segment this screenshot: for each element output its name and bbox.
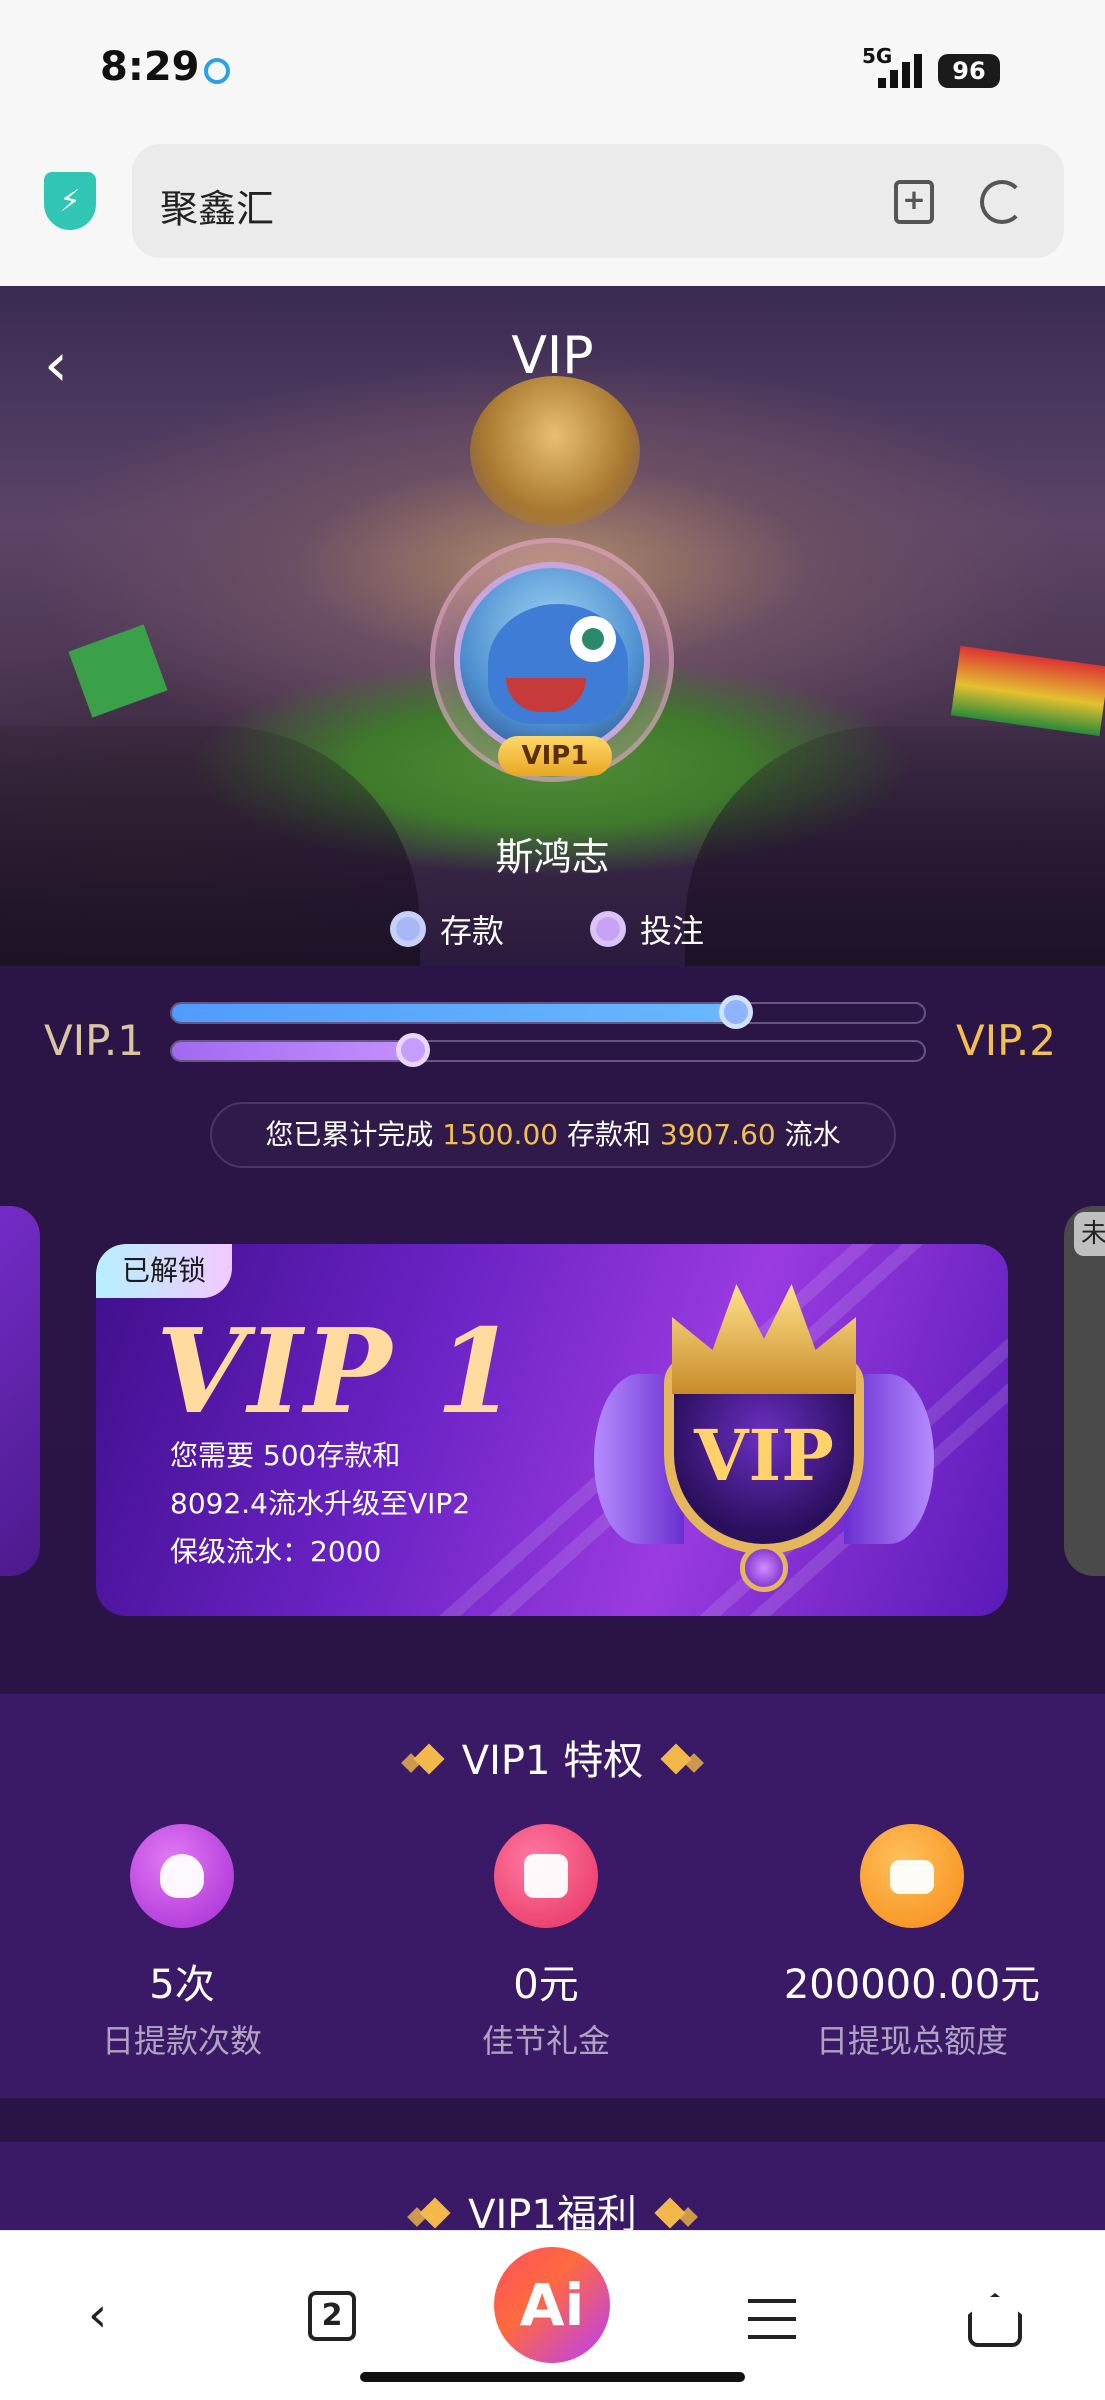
browser-address-bar: ⚡ 聚鑫汇 +: [0, 140, 1105, 286]
privilege-value: 5次: [149, 1962, 215, 2008]
url-field[interactable]: 聚鑫汇 +: [132, 144, 1064, 258]
gift-icon: [494, 1824, 598, 1928]
vip-level-name: VIP 1: [156, 1304, 519, 1440]
privilege-value: 200000.00元: [783, 1962, 1041, 2008]
benefits-title-text: VIP1福利: [468, 2192, 637, 2230]
privilege-holiday-bonus: 0元 佳节礼金: [396, 1824, 696, 2062]
deposit-progress-track: [170, 995, 926, 1029]
flag-right: [950, 645, 1105, 737]
status-bar: 8:29 5G 96: [0, 0, 1105, 140]
previous-vip-card[interactable]: [0, 1206, 40, 1576]
bet-dot-icon: [590, 911, 626, 947]
current-level-label: VIP.1: [44, 1016, 144, 1065]
vip-page: ‹ VIP VIP1 斯鸿志 存款 投注 VIP.1 VIP.2 您已累计完成 …: [0, 286, 1105, 2230]
signal-icon: [878, 50, 926, 88]
summary-turnover-amount: 3907.60: [659, 1118, 776, 1151]
privilege-label: 日提款次数: [101, 2022, 262, 2060]
benefits-left-diamond-icon: [407, 2188, 451, 2230]
unlocked-tag: 已解锁: [96, 1244, 232, 1298]
deposit-progress-fill: [172, 1004, 736, 1022]
emblem-text: VIP: [694, 1414, 834, 1497]
summary-suffix: 流水: [784, 1118, 841, 1151]
menu-icon[interactable]: [748, 2299, 796, 2339]
url-text[interactable]: 聚鑫汇: [160, 178, 274, 233]
accumulated-summary: 您已累计完成 1500.00 存款和 3907.60 流水: [210, 1102, 896, 1168]
next-level-label: VIP.2: [956, 1016, 1056, 1065]
upgrade-requirement-line1: 您需要 500存款和: [170, 1439, 401, 1472]
deposit-progress-knob: [719, 995, 753, 1029]
summary-deposit-amount: 1500.00: [442, 1118, 559, 1151]
summary-mid: 存款和: [566, 1118, 651, 1151]
security-shield-icon[interactable]: ⚡: [44, 172, 96, 230]
add-bookmark-icon[interactable]: +: [894, 180, 934, 224]
bet-progress-track: [170, 1033, 926, 1067]
privilege-daily-withdraw-limit: 200000.00元 日提现总额度: [762, 1824, 1062, 2062]
deposit-dot-icon: [390, 911, 426, 947]
benefits-title: VIP1福利: [0, 2182, 1105, 2230]
sync-icon: [204, 58, 230, 84]
legend-bet-label: 投注: [640, 912, 705, 950]
flag-left: [68, 624, 168, 718]
battery-icon: 96: [938, 54, 1000, 88]
reload-icon[interactable]: [980, 180, 1024, 224]
page-title: VIP: [511, 326, 594, 386]
status-time: 8:29: [100, 44, 200, 90]
upgrade-requirement-line2: 8092.4流水升级至VIP2: [170, 1487, 471, 1520]
vip-benefits-section: VIP1福利: [0, 2142, 1105, 2230]
legend-deposit: 存款: [390, 906, 504, 952]
vip-level-card[interactable]: 已解锁 VIP 1 您需要 500存款和 8092.4流水升级至VIP2 保级流…: [96, 1244, 1008, 1616]
privilege-value: 0元: [513, 1962, 579, 2008]
legend-deposit-label: 存款: [440, 912, 505, 950]
privilege-label: 日提现总额度: [815, 2022, 1008, 2060]
money-bag-icon: [130, 1824, 234, 1928]
wallet-icon: [860, 1824, 964, 1928]
vip-crown-emblem-icon: VIP: [594, 1264, 934, 1594]
trophy-image: [470, 376, 640, 526]
benefits-right-diamond-icon: [654, 2188, 698, 2230]
avatar-vip-badge: VIP1: [498, 736, 612, 776]
progress-legend: 存款 投注: [0, 906, 1105, 956]
tabs-button[interactable]: 2: [308, 2291, 356, 2341]
gesture-home-bar: [360, 2372, 745, 2382]
retention-requirement: 保级流水：2000: [170, 1535, 382, 1568]
bet-progress-fill: [172, 1042, 413, 1060]
browser-back-icon[interactable]: ‹: [88, 2287, 107, 2343]
vip-privileges-section: VIP1 特权 5次 日提款次数 0元 佳节礼金 200000.00元 日提现总…: [0, 1694, 1105, 2098]
next-vip-card[interactable]: 未: [1064, 1206, 1105, 1576]
home-icon[interactable]: [968, 2293, 1022, 2347]
privileges-title-text: VIP1 特权: [461, 1738, 644, 1784]
privilege-label: 佳节礼金: [481, 2022, 610, 2060]
next-card-tag: 未: [1074, 1212, 1105, 1256]
ai-assistant-button[interactable]: Ai: [494, 2247, 610, 2363]
title-right-diamond-icon: [660, 1734, 705, 1780]
avatar[interactable]: [454, 562, 650, 758]
privilege-withdraw-count: 5次 日提款次数: [32, 1824, 332, 2062]
legend-bet: 投注: [590, 906, 704, 952]
username: 斯鸿志: [495, 835, 610, 879]
summary-prefix: 您已累计完成: [265, 1118, 434, 1151]
title-left-diamond-icon: [400, 1734, 445, 1780]
privileges-title: VIP1 特权: [0, 1728, 1105, 1786]
bet-progress-knob: [395, 1033, 430, 1067]
